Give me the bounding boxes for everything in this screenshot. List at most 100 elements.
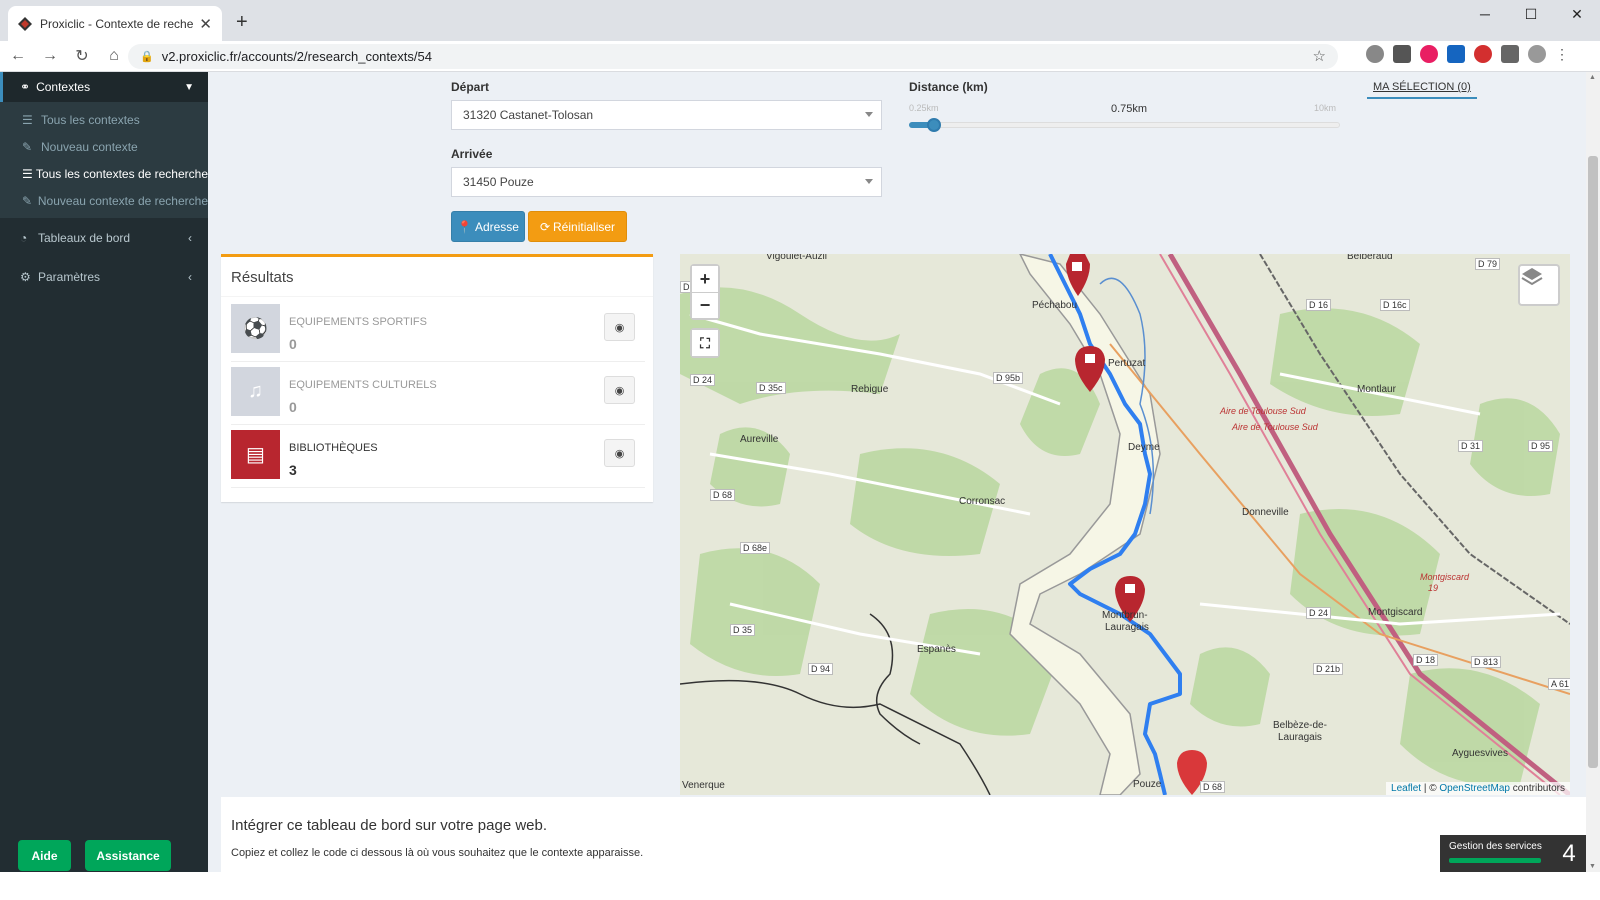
reload-icon[interactable]: ↻ [68, 46, 96, 66]
map-label: Donneville [1242, 507, 1289, 518]
extensions-icon[interactable] [1501, 45, 1519, 63]
browser-tab[interactable]: Proxiclic - Contexte de recherche ✕ [8, 6, 222, 41]
proxiclic-favicon [18, 16, 32, 31]
distance-slider-track[interactable] [909, 122, 1340, 128]
extensions-bar: ⋮ [1366, 45, 1569, 63]
map-label: Belbèze-de- [1273, 720, 1327, 731]
road-label: D 79 [1475, 258, 1501, 270]
embed-title: Intégrer ce tableau de bord sur votre pa… [231, 817, 548, 834]
bookmark-star-icon[interactable]: ☆ [1313, 47, 1326, 65]
depart-select[interactable]: 31320 Castanet-Tolosan [451, 100, 882, 130]
chevron-left-icon: ‹ [188, 269, 192, 284]
map-attribution: Leaflet | © OpenStreetMap contributors [1386, 782, 1570, 795]
attribution-sep: | © [1421, 783, 1440, 794]
reinitialiser-button-label: Réinitialiser [553, 219, 616, 234]
menu-dots-icon[interactable]: ⋮ [1555, 46, 1569, 63]
result-name: BIBLIOTHÈQUES [289, 442, 378, 454]
share-icon: ⚭ [20, 80, 31, 94]
result-row: ▤ BIBLIOTHÈQUES 3 ◉ [231, 426, 645, 488]
sidebar-item-label: Paramètres [38, 269, 101, 284]
maximize-icon[interactable]: ☐ [1508, 0, 1554, 30]
list-icon: ☰ [22, 112, 33, 127]
lock-icon[interactable]: 🔒 [140, 50, 154, 63]
arrivee-label: Arrivée [451, 147, 493, 161]
puzzle-extension-icon[interactable] [1393, 45, 1411, 63]
map-label: Belberaud [1347, 254, 1393, 262]
address-bar[interactable]: 🔒 v2.proxiclic.fr/accounts/2/research_co… [128, 44, 1338, 69]
results-panel: Résultats ⚽ EQUIPEMENTS SPORTIFS 0 ◉ ♫ E… [221, 254, 653, 502]
road-label: D 35c [756, 382, 786, 394]
home-icon[interactable]: ⌂ [100, 47, 128, 65]
sidebar-item-label: Nouveau contexte [41, 139, 138, 154]
map[interactable]: Vigoulet-Auzil Péchabou Pertuzat Rebigue… [680, 254, 1570, 795]
tab-close-icon[interactable]: ✕ [199, 15, 212, 33]
road-label: D 35 [730, 624, 756, 636]
aide-button[interactable]: Aide [18, 840, 71, 871]
page-scrollbar[interactable]: ▲ ▼ [1586, 72, 1600, 872]
adresse-button[interactable]: 📍 Adresse [451, 211, 525, 242]
sidebar-section-contextes[interactable]: ⚭ Contextes ▼ [0, 72, 208, 102]
map-label: Pertuzat [1108, 358, 1146, 369]
minimize-icon[interactable]: ─ [1462, 0, 1508, 30]
leaflet-link[interactable]: Leaflet [1391, 783, 1421, 794]
fullscreen-icon[interactable]: ⛶ [692, 330, 718, 356]
assistance-button[interactable]: Assistance [85, 840, 171, 871]
map-label: 19 [1428, 583, 1439, 593]
eye-slash-icon[interactable]: ◉ [604, 376, 635, 404]
sidebar: ⚭ Contextes ▼ ☰ Tous les contextes ✎ Nou… [0, 72, 208, 872]
map-label: Aire de Toulouse Sud [1232, 422, 1318, 432]
profile-avatar[interactable] [1528, 45, 1546, 63]
road-label: D 21b [1313, 663, 1344, 675]
sidebar-item-nouveau-contexte[interactable]: ✎ Nouveau contexte [0, 133, 208, 160]
pocket-extension-icon[interactable] [1420, 45, 1438, 63]
close-window-icon[interactable]: ✕ [1554, 0, 1600, 30]
sidebar-item-label: Tous les contextes de recherche [35, 166, 208, 181]
sidebar-item-tous-contextes-recherche[interactable]: ☰ Tous les contextes de recherche [0, 160, 208, 187]
cloud-extension-icon[interactable] [1366, 45, 1384, 63]
map-label: Aire de Toulouse Sud [1220, 406, 1306, 416]
osm-link[interactable]: OpenStreetMap [1439, 783, 1510, 794]
forward-icon[interactable]: → [36, 47, 64, 65]
results-divider [221, 296, 653, 297]
ma-selection-tab[interactable]: MA SÉLECTION (0) [1367, 81, 1477, 99]
scrollbar-thumb[interactable] [1588, 156, 1598, 768]
eye-icon[interactable]: ◉ [604, 439, 635, 467]
zoom-in-button[interactable]: + [692, 266, 718, 292]
scroll-down-icon[interactable]: ▼ [1589, 863, 1596, 870]
edit-icon: ✎ [22, 193, 33, 208]
embed-description: Copiez et collez le code ci dessous là o… [231, 847, 644, 859]
new-tab-icon[interactable]: + [236, 11, 248, 34]
result-count: 3 [289, 462, 297, 478]
map-tiles [680, 254, 1570, 795]
road-label: D 68 [710, 489, 736, 501]
layers-icon[interactable] [1518, 264, 1560, 306]
sidebar-item-nouveau-contexte-recherche[interactable]: ✎ Nouveau contexte de recherche [0, 187, 208, 214]
adblock-extension-icon[interactable] [1474, 45, 1492, 63]
book-icon: ▤ [231, 430, 280, 479]
map-label: Pouze [1133, 779, 1162, 790]
map-label: Espanès [917, 644, 956, 655]
road-label: D 68 [1200, 781, 1226, 793]
map-marker-icon: 📍 [457, 219, 472, 234]
sidebar-item-tableaux-de-bord[interactable]: ◔ Tableaux de bord ‹ [0, 218, 208, 257]
scroll-up-icon[interactable]: ▲ [1589, 74, 1596, 81]
sidebar-item-parametres[interactable]: ⚙ Paramètres ‹ [0, 257, 208, 296]
distance-slider-handle[interactable] [926, 118, 941, 132]
gestion-progress-bar [1449, 858, 1541, 863]
chevron-left-icon: ‹ [188, 230, 192, 245]
zoom-out-button[interactable]: − [692, 292, 718, 318]
result-name: EQUIPEMENTS SPORTIFS [289, 316, 427, 328]
caret-down-icon [865, 179, 873, 184]
map-label: Montgiscard [1420, 572, 1470, 582]
sidebar-item-tous-contextes[interactable]: ☰ Tous les contextes [0, 106, 208, 133]
eye-slash-icon[interactable]: ◉ [604, 313, 635, 341]
zoom-control: + − [690, 264, 720, 320]
map-label: Venerque [682, 780, 725, 791]
arrivee-select[interactable]: 31450 Pouze [451, 167, 882, 197]
reinitialiser-button[interactable]: ⟳ Réinitialiser [528, 211, 627, 242]
back-icon[interactable]: ← [4, 47, 32, 65]
stats-extension-icon[interactable] [1447, 45, 1465, 63]
music-note-icon: ♫ [231, 367, 280, 416]
tab-title: Proxiclic - Contexte de recherche [40, 16, 194, 31]
gestion-services-widget[interactable]: Gestion des services 4 [1440, 835, 1586, 872]
